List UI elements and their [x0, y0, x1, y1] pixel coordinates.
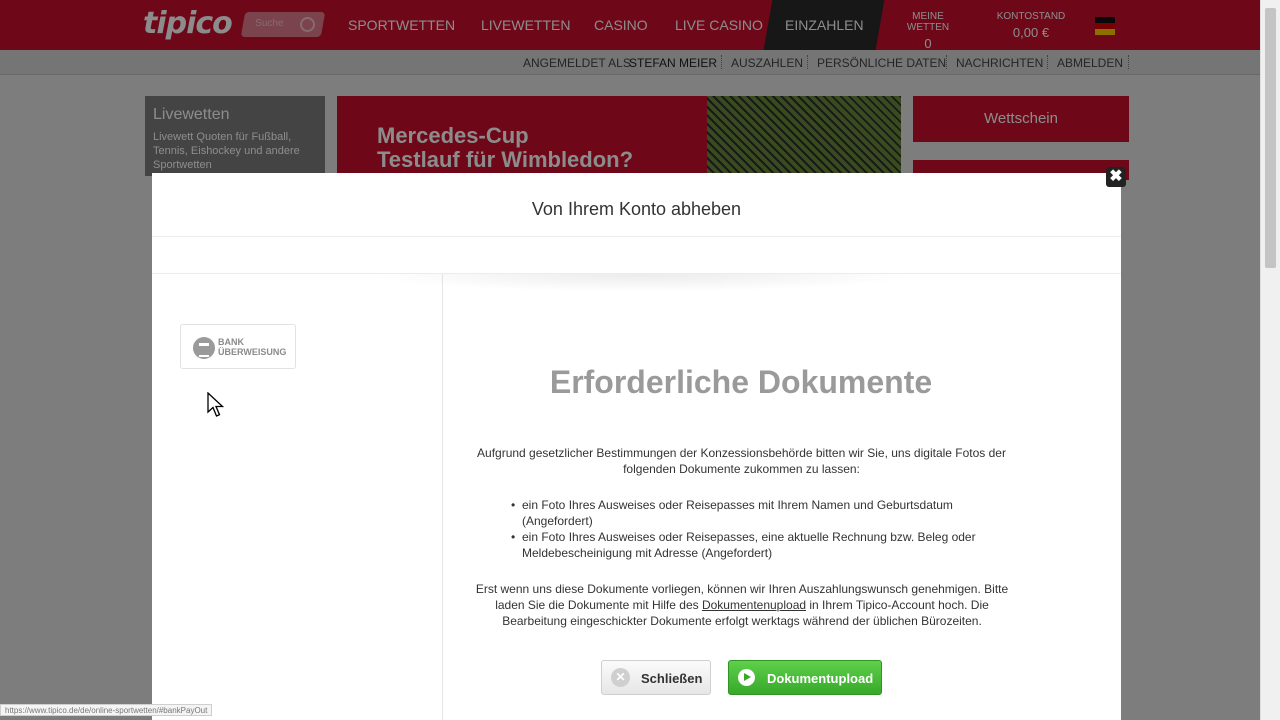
close-button[interactable]: ✕ Schließen: [601, 660, 711, 695]
document-upload-label: Dokumentupload: [767, 671, 874, 686]
document-upload-button[interactable]: Dokumentupload: [728, 660, 882, 695]
documents-panel: Erforderliche Dokumente Aufgrund gesetzl…: [444, 274, 1121, 720]
arrow-right-icon: [738, 669, 755, 686]
close-button-label: Schließen: [641, 671, 703, 686]
scrollbar-thumb[interactable]: [1265, 8, 1276, 268]
list-item: ein Foto Ihres Ausweises oder Reisepasse…: [511, 497, 1002, 529]
page-scrollbar[interactable]: [1260, 0, 1280, 720]
documents-heading: Erforderliche Dokumente: [549, 364, 933, 400]
dokumentenupload-link[interactable]: Dokumentenupload: [702, 598, 806, 612]
bank-transfer-label-line-2: ÜBERWEISUNG: [218, 347, 287, 357]
bank-icon: [193, 337, 215, 359]
documents-list: ein Foto Ihres Ausweises oder Reisepasse…: [511, 497, 1002, 561]
bank-transfer-label-line-1: BANK: [218, 337, 244, 347]
bank-transfer-option[interactable]: BANK ÜBERWEISUNG: [180, 324, 296, 369]
list-item: ein Foto Ihres Ausweises oder Reisepasse…: [511, 529, 1002, 561]
modal-title: Von Ihrem Konto abheben: [152, 173, 1121, 237]
documents-intro: Aufgrund gesetzlicher Bestimmungen der K…: [477, 446, 1006, 476]
documents-outro: Erst wenn uns diese Dokumente vorliegen,…: [472, 581, 1012, 629]
status-bar-url: https://www.tipico.de/de/online-sportwet…: [0, 704, 213, 716]
bank-transfer-label: BANK ÜBERWEISUNG: [218, 337, 286, 357]
modal-close-icon[interactable]: ✖: [1106, 167, 1126, 187]
withdraw-modal: Von Ihrem Konto abheben BANK ÜBERWEISUNG…: [152, 173, 1121, 720]
payment-method-column: BANK ÜBERWEISUNG: [152, 274, 443, 720]
close-circle-icon: ✕: [611, 668, 630, 687]
modal-subheader: [152, 237, 1121, 274]
mouse-cursor-icon: [207, 392, 225, 417]
